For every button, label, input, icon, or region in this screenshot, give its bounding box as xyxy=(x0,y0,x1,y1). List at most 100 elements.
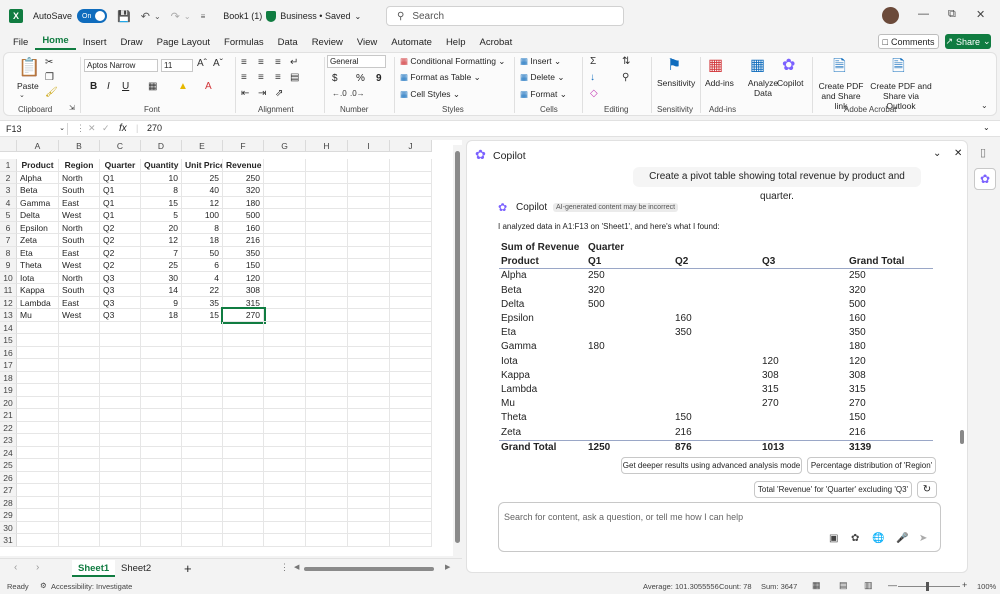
grid-cell[interactable] xyxy=(306,221,348,234)
grid-cell[interactable] xyxy=(223,396,264,409)
paste-button[interactable]: Paste xyxy=(17,81,39,91)
grid-cell[interactable] xyxy=(100,421,141,434)
grid-cell[interactable]: Product xyxy=(17,159,59,172)
grid-cell[interactable]: Revenue xyxy=(223,159,264,172)
grid-cell[interactable] xyxy=(264,309,306,322)
grid-cell[interactable] xyxy=(348,359,390,372)
grid-cell[interactable] xyxy=(264,234,306,247)
delete-cells-button[interactable]: ▦ Delete ⌄ xyxy=(520,72,564,83)
grid-cell[interactable] xyxy=(390,209,432,222)
column-header[interactable]: F xyxy=(223,140,264,152)
tab-automate[interactable]: Automate xyxy=(384,37,439,48)
grid-cell[interactable] xyxy=(306,496,348,509)
row-header[interactable]: 27 xyxy=(0,484,17,497)
grid-cell[interactable] xyxy=(306,384,348,397)
font-name-select[interactable]: Aptos Narrow xyxy=(84,59,158,72)
row-header[interactable]: 17 xyxy=(0,359,17,372)
grid-cell[interactable]: West xyxy=(59,209,100,222)
grid-cell[interactable]: Q1 xyxy=(100,209,141,222)
grid-cell[interactable] xyxy=(100,496,141,509)
grid-cell[interactable]: Q1 xyxy=(100,196,141,209)
comments-button[interactable]: □ Comments xyxy=(878,34,939,49)
grid-cell[interactable] xyxy=(182,409,223,422)
grid-cell[interactable]: 18 xyxy=(182,234,223,247)
row-header[interactable]: 2 xyxy=(0,171,17,184)
grid-cell[interactable] xyxy=(264,534,306,547)
grid-cell[interactable] xyxy=(141,334,182,347)
font-color-icon[interactable]: A xyxy=(205,81,212,92)
grid-cell[interactable] xyxy=(264,409,306,422)
row-header[interactable]: 3 xyxy=(0,184,17,197)
cut-icon[interactable]: ✂ xyxy=(45,57,53,68)
grid-cell[interactable] xyxy=(390,421,432,434)
select-all-corner[interactable] xyxy=(0,140,17,152)
row-header[interactable]: 24 xyxy=(0,446,17,459)
align-bottom-icon[interactable]: ≡ xyxy=(275,57,281,68)
grid-cell[interactable]: 25 xyxy=(141,259,182,272)
grid-cell[interactable]: Q3 xyxy=(100,309,141,322)
grid-cell[interactable] xyxy=(264,259,306,272)
grid-cell[interactable]: Q3 xyxy=(100,271,141,284)
grid-cell[interactable] xyxy=(141,384,182,397)
column-header[interactable]: I xyxy=(348,140,390,152)
grid-cell[interactable] xyxy=(306,371,348,384)
restore-icon[interactable]: ⧉ xyxy=(948,8,956,21)
row-header[interactable]: 15 xyxy=(0,334,17,347)
grid-cell[interactable] xyxy=(306,184,348,197)
expand-formula-icon[interactable]: ⌄ xyxy=(983,123,990,132)
grid-cell[interactable] xyxy=(348,221,390,234)
grid-cell[interactable]: Quantity xyxy=(141,159,182,172)
grid-cell[interactable] xyxy=(141,396,182,409)
grid-cell[interactable]: 320 xyxy=(223,184,264,197)
align-left-icon[interactable]: ≡ xyxy=(241,72,247,83)
grid-cell[interactable] xyxy=(390,346,432,359)
grid-cell[interactable] xyxy=(59,321,100,334)
conditional-formatting-button[interactable]: ▦ Conditional Formatting ⌄ xyxy=(400,56,505,67)
grid-cell[interactable] xyxy=(306,196,348,209)
grid-cell[interactable]: Beta xyxy=(17,184,59,197)
grid-cell[interactable] xyxy=(59,384,100,397)
grid-cell[interactable] xyxy=(141,371,182,384)
tab-home[interactable]: Home xyxy=(35,35,76,50)
grid-cell[interactable] xyxy=(223,534,264,547)
grid-cell[interactable] xyxy=(223,334,264,347)
grid-cell[interactable] xyxy=(390,334,432,347)
dialog-launcher-icon[interactable]: ⇲ xyxy=(69,104,75,112)
collapse-ribbon-icon[interactable]: ⌄ xyxy=(981,101,988,110)
grid-cell[interactable] xyxy=(306,346,348,359)
sort-filter-icon[interactable]: ⇅ xyxy=(622,56,630,67)
grid-cell[interactable] xyxy=(306,521,348,534)
grid-cell[interactable]: 500 xyxy=(223,209,264,222)
row-header[interactable]: 12 xyxy=(0,296,17,309)
grid-cell[interactable] xyxy=(306,359,348,372)
grid-cell[interactable] xyxy=(141,459,182,472)
grid-cell[interactable] xyxy=(390,509,432,522)
grid-cell[interactable] xyxy=(100,446,141,459)
grid-cell[interactable] xyxy=(348,284,390,297)
grid-cell[interactable] xyxy=(182,421,223,434)
grid-cell[interactable] xyxy=(348,321,390,334)
grid-cell[interactable] xyxy=(59,434,100,447)
row-header[interactable]: 7 xyxy=(0,234,17,247)
grid-cell[interactable] xyxy=(264,184,306,197)
pane-scrollbar-thumb[interactable] xyxy=(960,430,964,444)
active-cell[interactable]: 270 xyxy=(221,307,266,324)
suggestion-revenue-excluding-q3[interactable]: Total 'Revenue' for 'Quarter' excluding … xyxy=(754,481,912,498)
grid-cell[interactable] xyxy=(223,346,264,359)
grid-cell[interactable] xyxy=(264,371,306,384)
autosave-toggle[interactable]: On xyxy=(77,9,108,23)
grid-cell[interactable]: Delta xyxy=(17,209,59,222)
grid-cell[interactable]: Gamma xyxy=(17,196,59,209)
scroll-left-icon[interactable]: ◀ xyxy=(294,563,299,571)
grid-cell[interactable] xyxy=(390,321,432,334)
autosum-icon[interactable]: Σ xyxy=(590,56,596,67)
zoom-slider[interactable] xyxy=(898,586,960,587)
grid-cell[interactable] xyxy=(141,421,182,434)
grid-cell[interactable] xyxy=(306,271,348,284)
grid-cell[interactable]: 216 xyxy=(223,234,264,247)
merge-center-icon[interactable]: ▤ xyxy=(290,72,299,83)
grid-cell[interactable] xyxy=(264,434,306,447)
grid-cell[interactable] xyxy=(264,159,306,172)
grid-cell[interactable] xyxy=(348,196,390,209)
row-header[interactable]: 21 xyxy=(0,409,17,422)
